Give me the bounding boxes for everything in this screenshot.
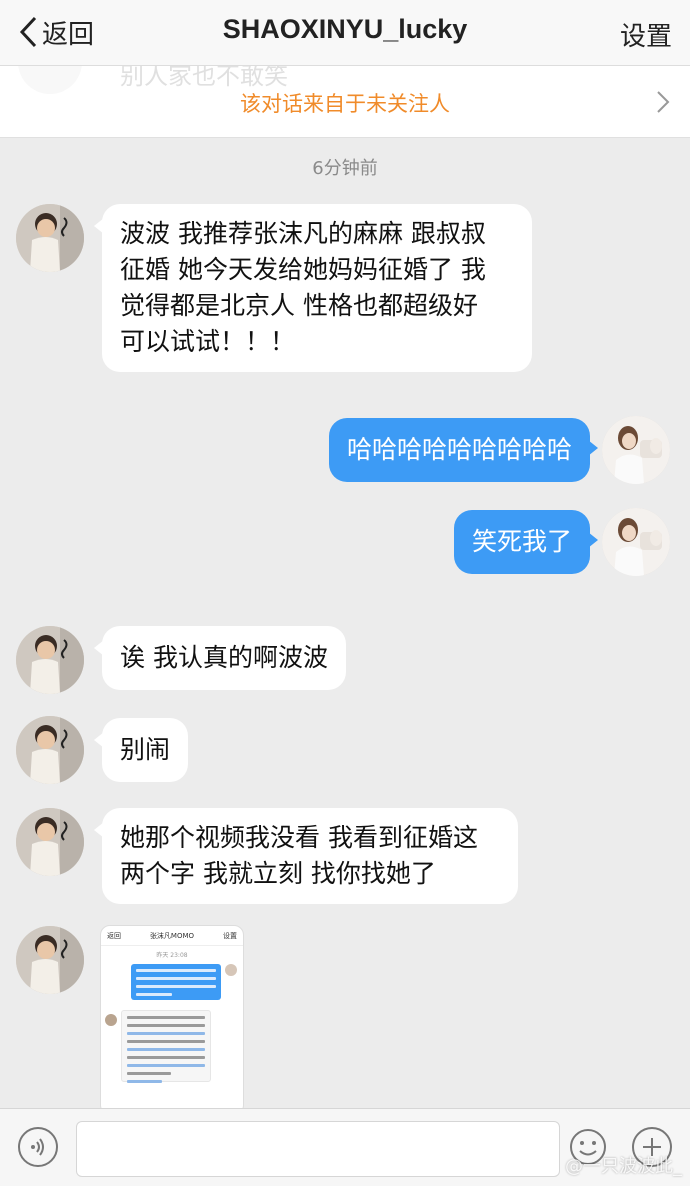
incoming-message-bubble[interactable]: 她那个视频我没看 我看到征婚这 两个字 我就立刻 找你找她了 — [94, 808, 518, 904]
image-message-screenshot[interactable]: 返回 张沫凡MOMO 设置 昨天 23:08 — [100, 925, 244, 1115]
user-photo-icon — [602, 416, 670, 484]
baby-photo-icon — [16, 626, 84, 694]
outgoing-message-bubble[interactable]: 哈哈哈哈哈哈哈哈哈 — [328, 418, 599, 482]
screenshot-settings-label: 设置 — [222, 931, 237, 940]
input-bar: @一只波波此_ — [0, 1108, 690, 1186]
user-avatar[interactable] — [602, 416, 670, 484]
voice-button[interactable] — [18, 1127, 58, 1167]
message-line: 征婚 她今天发给她妈妈征婚了 我 — [120, 255, 486, 284]
voice-icon — [31, 1138, 44, 1156]
screenshot-time: 昨天 23:08 — [156, 952, 188, 959]
screenshot-back-label: 返回 — [107, 931, 121, 940]
incoming-message-bubble[interactable]: 诶 我认真的啊波波 — [94, 626, 346, 690]
message-line: 她那个视频我没看 我看到征婚这 — [120, 823, 478, 852]
message-input[interactable] — [76, 1121, 560, 1177]
outgoing-message-bubble[interactable]: 笑死我了 — [453, 510, 599, 574]
baby-photo-icon — [16, 808, 84, 876]
message-line: 笑死我了 — [471, 527, 572, 556]
screenshot-avatar — [225, 964, 237, 976]
screenshot-title: 张沫凡MOMO — [149, 931, 195, 940]
screenshot-nav: 返回 张沫凡MOMO 设置 — [101, 926, 243, 946]
page-title: SHAOXINYU_lucky — [222, 14, 468, 44]
message-line: 可以试试！！！ — [120, 327, 296, 356]
stranger-notice-banner[interactable]: 别人家也不敢笑 该对话来自于未关注人 — [0, 30, 690, 138]
baby-photo-icon — [16, 926, 84, 994]
contact-avatar[interactable] — [16, 808, 84, 876]
contact-avatar[interactable] — [16, 204, 84, 272]
user-photo-icon — [602, 508, 670, 576]
screenshot-incoming-bubble — [121, 1010, 211, 1083]
baby-photo-icon — [16, 716, 84, 784]
incoming-message-bubble[interactable]: 别闹 — [93, 718, 189, 782]
message-line: 诶 我认真的啊波波 — [120, 643, 328, 672]
contact-avatar[interactable] — [16, 926, 84, 994]
baby-photo-icon — [16, 204, 84, 272]
watermark: @一只波波此_ — [565, 1152, 682, 1178]
message-line: 哈哈哈哈哈哈哈哈哈 — [346, 435, 572, 464]
navigation-bar: 返回 SHAOXINYU_lucky 设置 — [0, 0, 690, 66]
message-timestamp: 6分钟前 — [312, 158, 378, 179]
notice-text: 该对话来自于未关注人 — [240, 92, 450, 116]
chevron-right-icon — [657, 91, 670, 113]
screenshot-outgoing-bubble — [131, 964, 221, 1000]
settings-button[interactable]: 设置 — [620, 16, 672, 53]
message-line: 两个字 我就立刻 找你找她了 — [120, 859, 436, 888]
screenshot-avatar — [105, 1014, 117, 1026]
message-line: 波波 我推荐张沫凡的麻麻 跟叔叔 — [120, 219, 486, 248]
message-line: 觉得都是北京人 性格也都超级好 — [120, 291, 478, 320]
watermark-text: @一只波波此_ — [565, 1156, 682, 1177]
incoming-message-bubble[interactable]: 波波 我推荐张沫凡的麻麻 跟叔叔 征婚 她今天发给她妈妈征婚了 我 觉得都是北京… — [94, 204, 532, 372]
contact-avatar[interactable] — [16, 716, 84, 784]
contact-avatar[interactable] — [16, 626, 84, 694]
user-avatar[interactable] — [602, 508, 670, 576]
message-line: 别闹 — [120, 735, 171, 764]
